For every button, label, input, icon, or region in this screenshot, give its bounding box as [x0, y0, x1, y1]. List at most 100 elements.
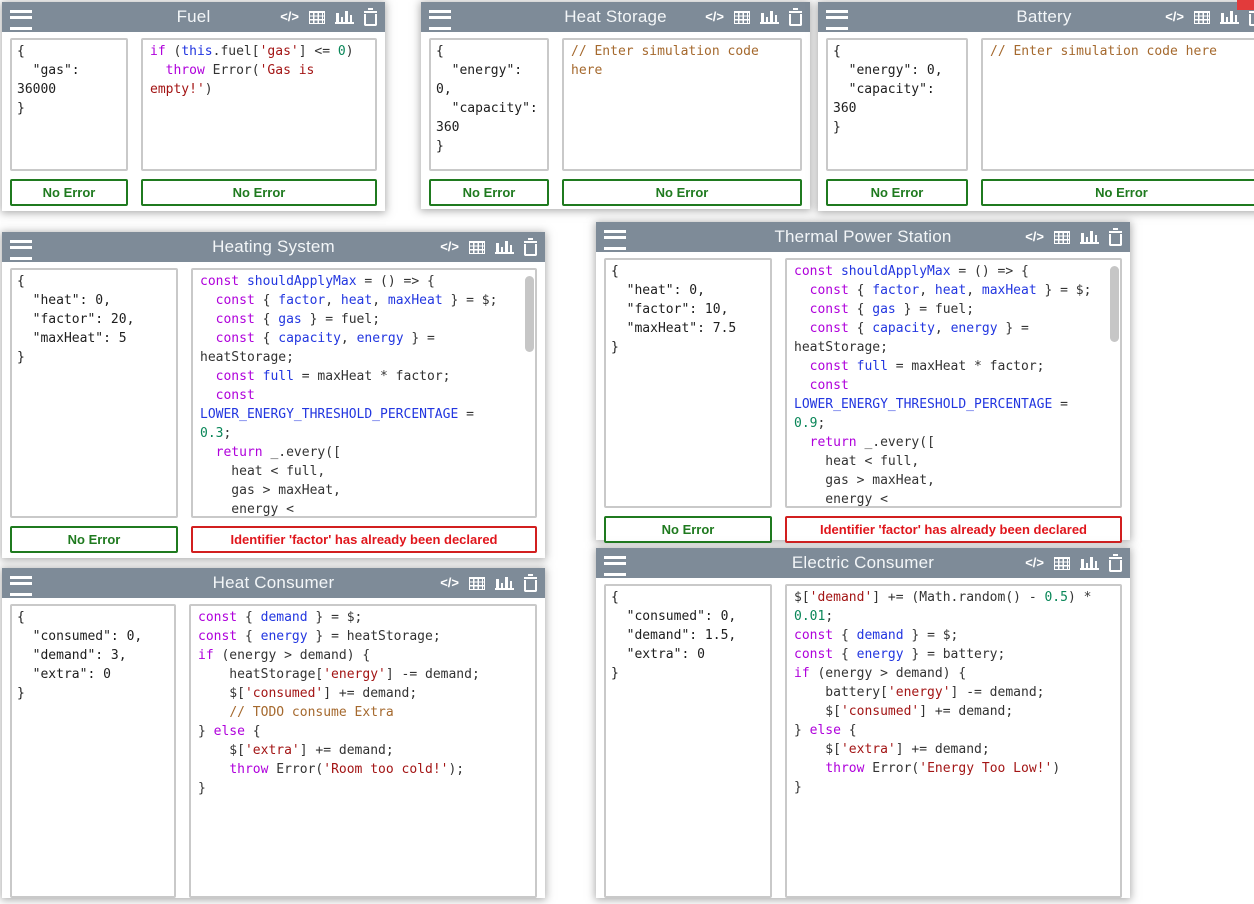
state-editor[interactable]: { "energy": 0, "capacity": 360 } — [429, 38, 549, 171]
menu-icon-glyph — [10, 240, 32, 260]
code-icon[interactable]: </> — [1165, 9, 1184, 25]
table-icon[interactable] — [309, 11, 325, 24]
menu-icon[interactable] — [10, 576, 32, 596]
code-status-badge: No Error — [981, 179, 1254, 206]
code-icon[interactable]: </> — [1025, 555, 1044, 571]
table-icon[interactable] — [469, 241, 485, 254]
table-icon[interactable] — [469, 577, 485, 590]
state-editor[interactable]: { "consumed": 0, "demand": 1.5, "extra":… — [604, 584, 772, 898]
panel-titlebar[interactable]: Battery </> — [818, 2, 1254, 32]
bar-chart-icon[interactable] — [1220, 10, 1239, 24]
code-icon[interactable]: </> — [280, 9, 299, 25]
code-lines: const shouldApplyMax = () => { const { f… — [794, 262, 1113, 508]
panel-body: { "gas": 36000 } if (this.fuel['gas'] <=… — [2, 32, 385, 177]
table-icon[interactable] — [734, 11, 750, 24]
bar-chart-icon[interactable] — [1080, 556, 1099, 570]
menu-icon-glyph — [826, 10, 848, 30]
code-editor[interactable]: // Enter simulation code here — [981, 38, 1254, 171]
panel-titlebar[interactable]: Fuel </> — [2, 2, 385, 32]
error-row: No Error No Error — [421, 177, 810, 206]
panel-toolbar: </> — [705, 2, 802, 32]
panel-titlebar[interactable]: Thermal Power Station </> — [596, 222, 1130, 252]
state-status-badge: No Error — [10, 179, 128, 206]
panel-body: { "heat": 0, "factor": 20, "maxHeat": 5 … — [2, 262, 545, 524]
bar-chart-icon[interactable] — [495, 240, 514, 254]
menu-icon[interactable] — [604, 230, 626, 250]
code-editor[interactable]: const shouldApplyMax = () => { const { f… — [191, 268, 537, 518]
panel-body: { "energy": 0, "capacity": 360 } // Ente… — [818, 32, 1254, 177]
state-status-badge: No Error — [10, 526, 178, 553]
code-lines: if (this.fuel['gas'] <= 0) throw Error('… — [150, 42, 368, 99]
table-icon[interactable] — [1054, 231, 1070, 244]
table-icon[interactable] — [1054, 557, 1070, 570]
menu-icon[interactable] — [604, 556, 626, 576]
error-row: No Error No Error — [2, 177, 385, 206]
bar-chart-icon[interactable] — [760, 10, 779, 24]
panel-toolbar: </> — [440, 568, 537, 598]
panel-body: { "consumed": 0, "demand": 3, "extra": 0… — [2, 598, 545, 904]
table-icon[interactable] — [1194, 11, 1210, 24]
state-editor[interactable]: { "heat": 0, "factor": 10, "maxHeat": 7.… — [604, 258, 772, 508]
state-editor[interactable]: { "gas": 36000 } — [10, 38, 128, 171]
state-editor[interactable]: { "consumed": 0, "demand": 3, "extra": 0… — [10, 604, 176, 898]
code-lines: const shouldApplyMax = () => { const { f… — [200, 272, 528, 518]
bar-chart-icon[interactable] — [335, 10, 354, 24]
state-status-badge: No Error — [429, 179, 549, 206]
code-icon[interactable]: </> — [705, 9, 724, 25]
code-lines: // Enter simulation code here — [990, 42, 1253, 61]
menu-icon-glyph — [429, 10, 451, 30]
panel-toolbar: </> — [1025, 222, 1122, 252]
code-status-badge: Identifier 'factor' has already been dec… — [191, 526, 537, 553]
recording-indicator — [1237, 0, 1254, 10]
trash-icon[interactable] — [524, 238, 537, 256]
trash-icon[interactable] — [1249, 8, 1254, 26]
menu-icon[interactable] — [10, 10, 32, 30]
code-icon[interactable]: </> — [440, 239, 459, 255]
panel-heat-consumer: Heat Consumer </> { "consumed": 0, "dema… — [2, 568, 545, 898]
menu-icon[interactable] — [429, 10, 451, 30]
code-editor[interactable]: const { demand } = $;const { energy } = … — [189, 604, 537, 898]
bar-chart-icon[interactable] — [1080, 230, 1099, 244]
code-scrollbar-thumb[interactable] — [1110, 266, 1119, 342]
panel-thermal-power-station: Thermal Power Station </> { "heat": 0, "… — [596, 222, 1130, 540]
panel-body: { "consumed": 0, "demand": 1.5, "extra":… — [596, 578, 1130, 904]
panel-titlebar[interactable]: Electric Consumer </> — [596, 548, 1130, 578]
code-editor[interactable]: if (this.fuel['gas'] <= 0) throw Error('… — [141, 38, 377, 171]
menu-icon[interactable] — [10, 240, 32, 260]
error-row: No Error No Error — [818, 177, 1254, 206]
trash-icon[interactable] — [1109, 228, 1122, 246]
menu-icon-glyph — [604, 230, 626, 250]
panel-toolbar: </> — [280, 2, 377, 32]
menu-icon-glyph — [604, 556, 626, 576]
code-icon[interactable]: </> — [1025, 229, 1044, 245]
panel-battery: Battery </> { "energy": 0, "capacity": 3… — [818, 2, 1254, 211]
code-editor[interactable]: // Enter simulation codehere — [562, 38, 802, 171]
trash-icon[interactable] — [364, 8, 377, 26]
code-scrollbar-thumb[interactable] — [525, 276, 534, 352]
bar-chart-icon[interactable] — [495, 576, 514, 590]
state-status-badge: No Error — [826, 179, 968, 206]
panel-toolbar: </> — [1025, 548, 1122, 578]
error-row: No Error Identifier 'factor' has already… — [596, 514, 1130, 543]
panel-body: { "energy": 0, "capacity": 360 } // Ente… — [421, 32, 810, 177]
state-editor[interactable]: { "heat": 0, "factor": 20, "maxHeat": 5 … — [10, 268, 178, 518]
trash-icon[interactable] — [524, 574, 537, 592]
panel-titlebar[interactable]: Heat Consumer </> — [2, 568, 545, 598]
panel-toolbar: </> — [440, 232, 537, 262]
menu-icon-glyph — [10, 10, 32, 30]
panel-fuel: Fuel </> { "gas": 36000 } if (this.fuel[… — [2, 2, 385, 211]
state-editor[interactable]: { "energy": 0, "capacity": 360 } — [826, 38, 968, 171]
panel-titlebar[interactable]: Heat Storage </> — [421, 2, 810, 32]
trash-icon[interactable] — [789, 8, 802, 26]
code-icon[interactable]: </> — [440, 575, 459, 591]
code-status-badge: Identifier 'factor' has already been dec… — [785, 516, 1122, 543]
menu-icon[interactable] — [826, 10, 848, 30]
code-lines: const { demand } = $;const { energy } = … — [198, 608, 528, 798]
code-editor[interactable]: $['demand'] += (Math.random() - 0.5) *0.… — [785, 584, 1122, 898]
panel-titlebar[interactable]: Heating System </> — [2, 232, 545, 262]
code-editor[interactable]: const shouldApplyMax = () => { const { f… — [785, 258, 1122, 508]
trash-icon[interactable] — [1109, 554, 1122, 572]
panel-electric-consumer: Electric Consumer </> { "consumed": 0, "… — [596, 548, 1130, 898]
menu-icon-glyph — [10, 576, 32, 596]
panel-heat-storage: Heat Storage </> { "energy": 0, "capacit… — [421, 2, 810, 209]
